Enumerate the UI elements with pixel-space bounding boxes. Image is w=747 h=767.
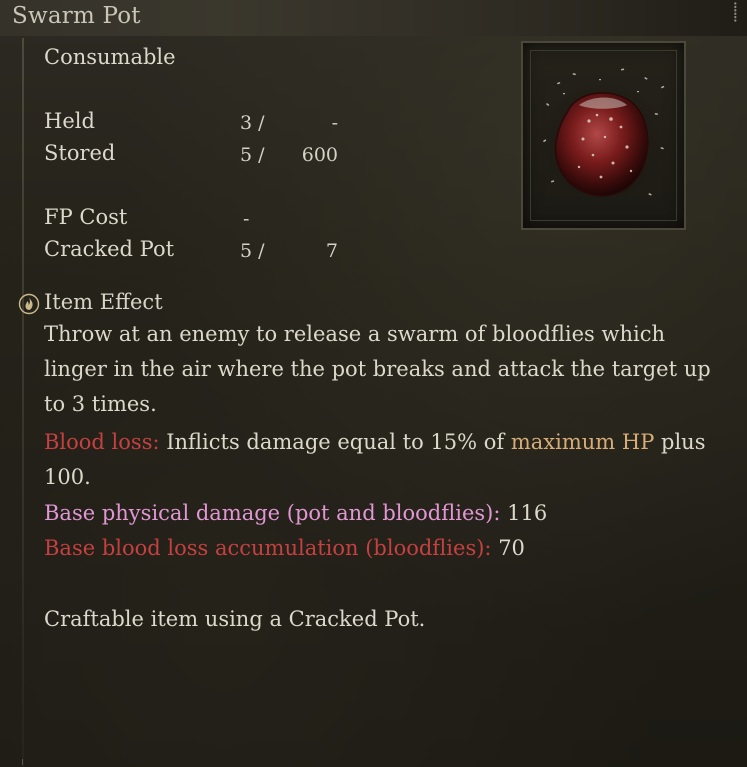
stored-label: Stored — [44, 141, 116, 165]
blood-loss-accumulation-value: 70 — [491, 536, 525, 560]
item-effect-heading: Item Effect — [44, 290, 163, 314]
physical-damage-line: Base physical damage (pot and bloodflies… — [44, 496, 734, 531]
held-label: Held — [44, 109, 95, 133]
flame-circle-icon — [18, 293, 40, 315]
title-bar: Swarm Pot ⸽ — [0, 0, 747, 36]
cracked-pot-label: Cracked Pot — [44, 237, 175, 261]
craft-note: Craftable item using a Cracked Pot. — [44, 607, 426, 631]
item-image-frame — [521, 41, 686, 230]
swarm-pot-icon — [541, 68, 665, 203]
effect-description: Throw at an enemy to release a swarm of … — [44, 322, 711, 416]
item-category: Consumable — [44, 45, 176, 69]
blood-loss-accumulation-line: Base blood loss accumulation (bloodflies… — [44, 531, 734, 566]
bottom-marker — [22, 759, 29, 765]
max-hp-highlight: maximum HP — [510, 430, 655, 454]
physical-damage-label: Base physical damage (pot and bloodflies… — [44, 501, 501, 525]
fp-cost-label: FP Cost — [44, 205, 128, 229]
fp-cost-value: - — [243, 208, 250, 230]
blood-loss-text-1: Inflicts damage equal to 15% of — [159, 430, 511, 454]
stored-max: 600 — [301, 144, 338, 166]
corner-ornament-icon: ⸽ — [733, 2, 738, 23]
stored-current: 5 / — [240, 144, 265, 166]
blood-loss-label: Blood loss: — [44, 430, 160, 454]
cracked-pot-current: 5 / — [240, 240, 265, 262]
held-current: 3 / — [240, 112, 265, 134]
physical-damage-value: 116 — [500, 501, 548, 525]
held-max: - — [331, 112, 338, 134]
blood-loss-line: Blood loss: Inflicts damage equal to 15%… — [44, 425, 734, 495]
blood-loss-accumulation-label: Base blood loss accumulation (bloodflies… — [44, 536, 492, 560]
cracked-pot-max: 7 — [325, 240, 338, 262]
left-divider — [22, 38, 24, 767]
item-name: Swarm Pot — [12, 3, 141, 29]
